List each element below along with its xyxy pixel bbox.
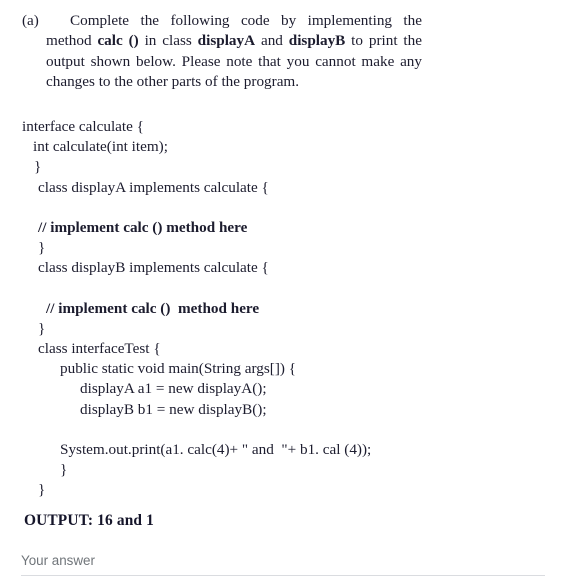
prompt-emphasis: displayB [288,32,346,50]
code-line: System.out.print(a1. calc(4)+ " and "+ b… [60,441,372,458]
answer-input[interactable] [21,552,545,576]
code-line: class displayA implements calculate { [38,178,269,196]
code-line: int calculate(int item); [33,138,168,156]
expected-output: OUTPUT: 16 and 1 [24,512,154,529]
code-line: } [38,319,46,337]
question-prompt: (a) Complete the following code by imple… [22,11,422,92]
prompt-emphasis: calc () [97,32,139,50]
code-line: } [60,461,68,479]
code-line: displayA a1 = new displayA(); [80,380,267,398]
question-prompt-text: Complete the following code by implement… [46,11,422,92]
question-label: (a) [22,12,39,29]
code-listing: interface calculate { int calculate(int i… [0,117,564,501]
code-line: } [34,158,42,176]
code-line: class interfaceTest { [38,340,161,358]
code-line: } [38,239,46,257]
code-line: // implement calc () method here [38,218,248,236]
prompt-run: and [255,32,289,50]
code-line: interface calculate { [22,118,144,135]
code-line: class displayB implements calculate { [38,259,269,277]
code-line: displayB b1 = new displayB(); [80,400,267,418]
code-line: public static void main(String args[]) { [60,360,297,378]
prompt-run: in class [138,32,198,50]
code-line: } [38,481,46,499]
prompt-emphasis: displayA [197,32,256,50]
answer-field [21,552,545,576]
code-line: // implement calc () method here [46,299,260,317]
